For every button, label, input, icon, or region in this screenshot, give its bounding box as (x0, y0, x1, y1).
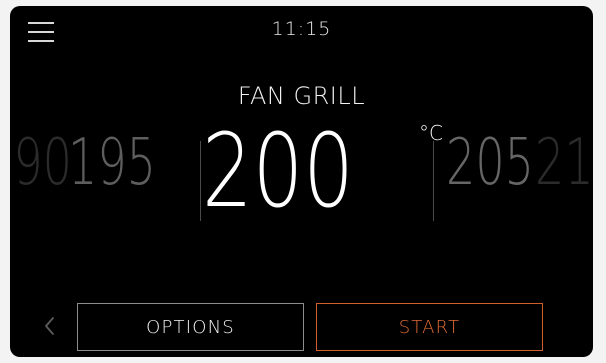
start-button[interactable]: START (316, 303, 543, 351)
temperature-option-190[interactable]: 190 (10, 131, 72, 195)
clock-time: 11:15 (271, 18, 332, 40)
temperature-selector[interactable]: 190 195 200 °C 205 210 (10, 121, 593, 231)
oven-display: 11:15 FAN GRILL 190 195 200 °C 205 210 O… (10, 6, 593, 357)
temperature-divider-right (433, 141, 434, 221)
menu-line-3 (28, 40, 54, 42)
chevron-left-icon[interactable] (43, 316, 57, 336)
temperature-divider-left (200, 141, 201, 221)
temperature-option-205[interactable]: 205 (446, 131, 534, 195)
options-button[interactable]: OPTIONS (77, 303, 304, 351)
current-temperature[interactable]: 200 (202, 121, 354, 223)
temperature-option-210[interactable]: 210 (535, 131, 593, 195)
cooking-mode-title: FAN GRILL (237, 82, 366, 110)
temperature-option-195[interactable]: 195 (68, 131, 156, 195)
temperature-unit: °C (419, 121, 443, 145)
